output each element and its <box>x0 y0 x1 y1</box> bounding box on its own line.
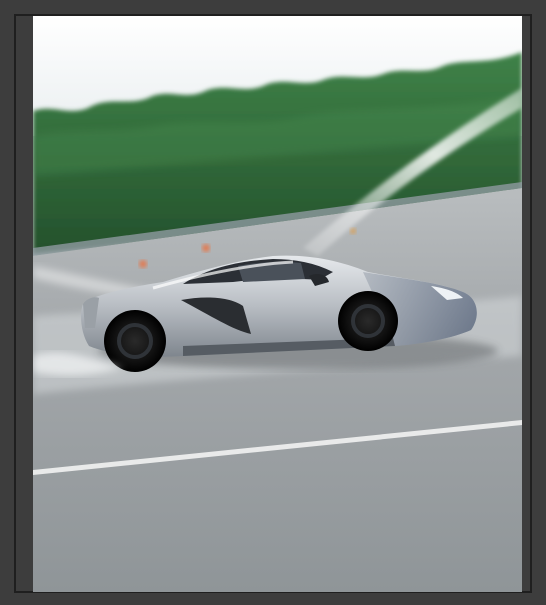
photo <box>33 16 522 592</box>
photo-frame <box>0 0 546 605</box>
tarmac <box>33 188 522 592</box>
rear-wheel <box>104 310 166 372</box>
front-wheel <box>338 291 398 351</box>
photo-illustration <box>33 16 522 592</box>
